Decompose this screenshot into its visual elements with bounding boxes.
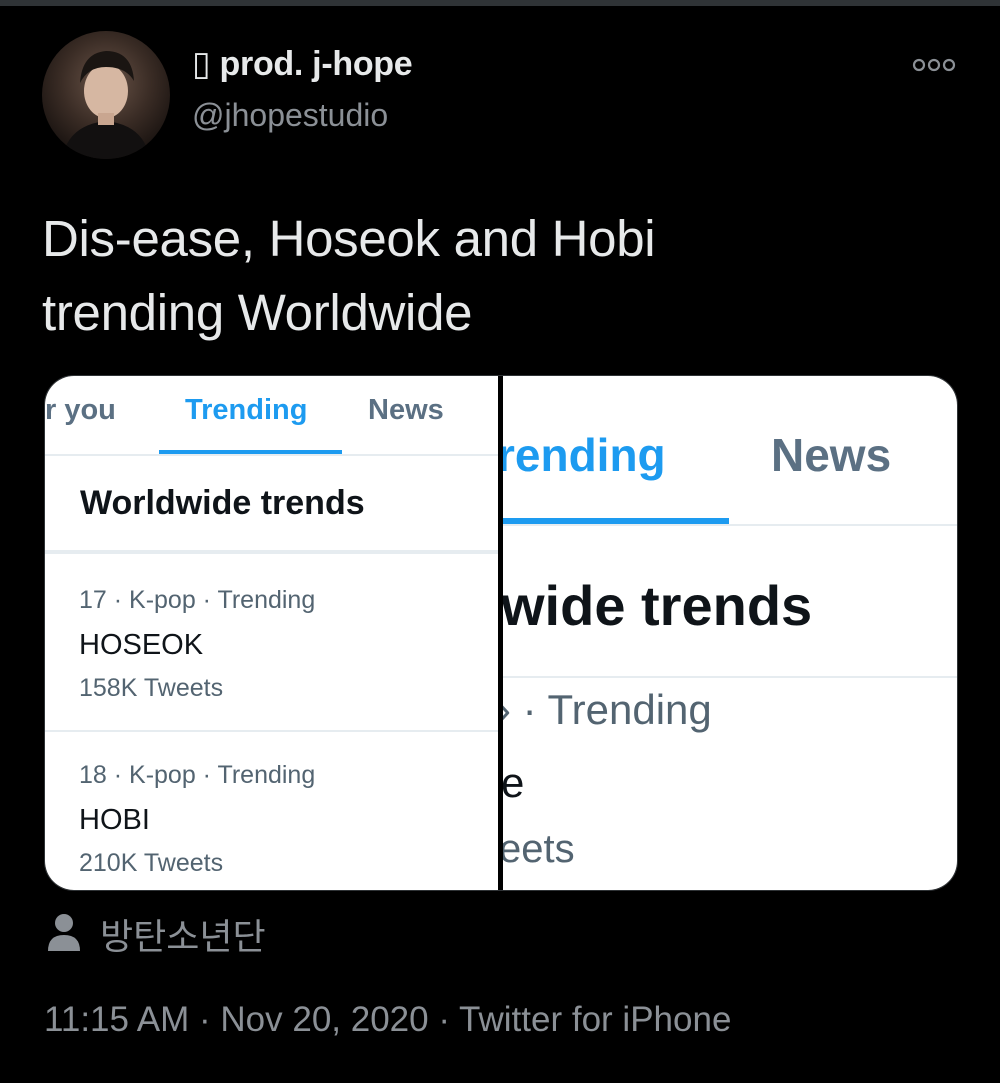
- section-title: Worldwide trends: [80, 484, 365, 522]
- user-handle[interactable]: @jhopestudio: [192, 97, 388, 134]
- trend-name-zoomed: e: [503, 759, 525, 806]
- tweet-location[interactable]: 방탄소년단: [46, 909, 266, 959]
- trend-meta: 17 · K-pop · Trending: [79, 586, 316, 614]
- tweet-text: Dis-ease, Hoseok and Hobi trending World…: [42, 202, 942, 350]
- section-title-zoomed: wide trends: [503, 574, 813, 637]
- tweet-text-line-2: trending Worldwide: [42, 284, 473, 341]
- tab-separator: [45, 454, 498, 456]
- tab-for-you: r you: [45, 394, 116, 426]
- tweet-text-line-1: Dis-ease, Hoseok and Hobi: [42, 210, 656, 267]
- trend-tweet-count: 158K Tweets: [79, 674, 224, 702]
- section-separator: [45, 550, 498, 554]
- tweet-media[interactable]: r you Trending News Worldwide trends 17 …: [44, 375, 958, 891]
- trend-meta-zoomed: › · Trending: [503, 686, 712, 733]
- tab-trending-zoomed: rending: [503, 429, 666, 481]
- tab-news: News: [368, 394, 444, 426]
- location-label: 방탄소년단: [100, 916, 266, 957]
- trend-tweet-count-zoomed: eets: [503, 827, 575, 871]
- trend-tweet-count: 210K Tweets: [79, 849, 224, 877]
- trend-separator: [45, 730, 498, 732]
- tab-separator-zoomed: [503, 524, 957, 526]
- tab-news-zoomed: News: [771, 429, 892, 481]
- trend-meta: 18 · K-pop · Trending: [79, 761, 316, 789]
- trend-name: HOBI: [79, 804, 150, 836]
- more-dots-icon[interactable]: [911, 55, 957, 75]
- tweet-timestamp[interactable]: 11:15 AM · Nov 20, 2020 · Twitter for iP…: [44, 1000, 731, 1040]
- section-separator-zoomed: [503, 676, 957, 678]
- trend-name: HOSEOK: [79, 629, 204, 661]
- top-divider: [0, 0, 1000, 6]
- avatar[interactable]: [42, 31, 170, 159]
- tab-trending: Trending: [185, 394, 308, 426]
- media-panel-right: rending News wide trends › · Trending e …: [503, 376, 957, 890]
- display-name[interactable]: ▯ prod. j-hope: [192, 44, 413, 84]
- person-icon: [46, 912, 82, 957]
- media-panel-left: r you Trending News Worldwide trends 17 …: [45, 376, 498, 890]
